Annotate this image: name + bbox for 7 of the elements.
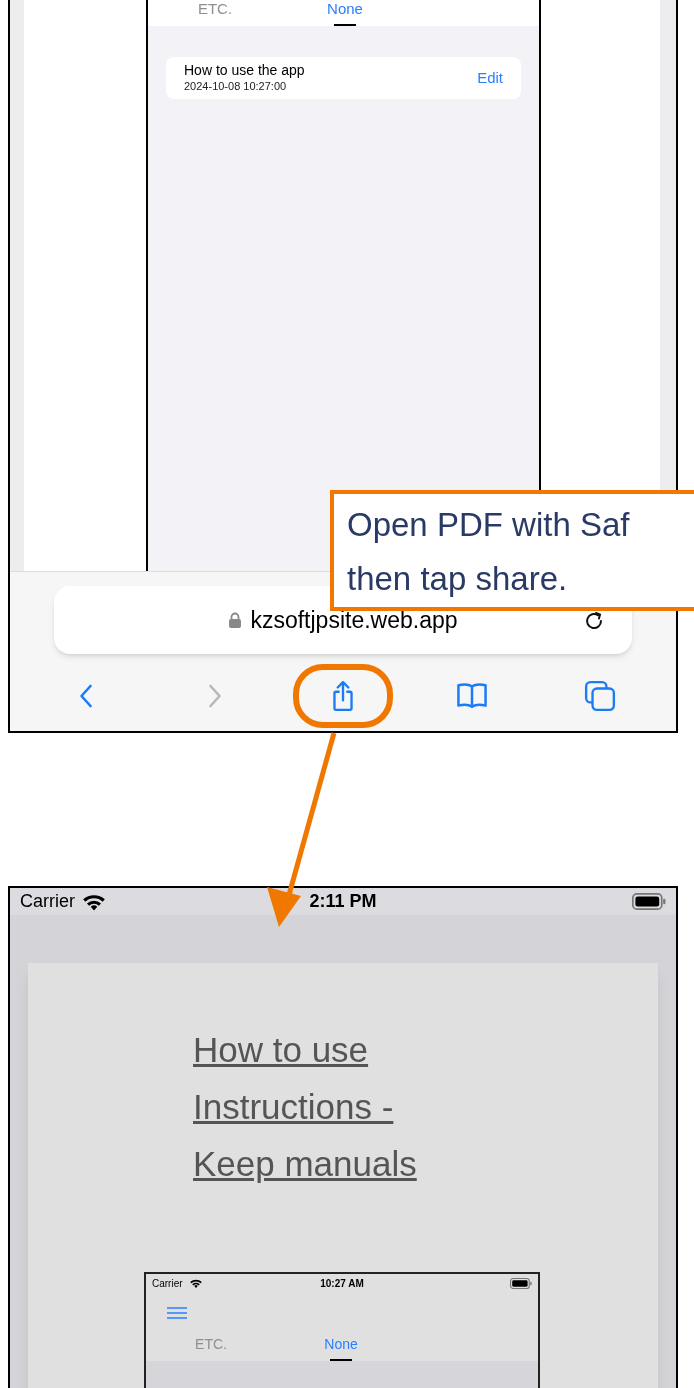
url-text: kzsoftjpsite.web.app: [250, 605, 458, 635]
document-title: How to use the app: [184, 62, 305, 80]
carrier-label: Carrier: [20, 890, 75, 913]
carrier-label: Carrier: [152, 1276, 183, 1291]
status-time: 2:11 PM: [309, 890, 377, 913]
status-time: 10:27 AM: [320, 1276, 364, 1291]
document-date: 2024-10-08 10:27:00: [184, 79, 288, 94]
